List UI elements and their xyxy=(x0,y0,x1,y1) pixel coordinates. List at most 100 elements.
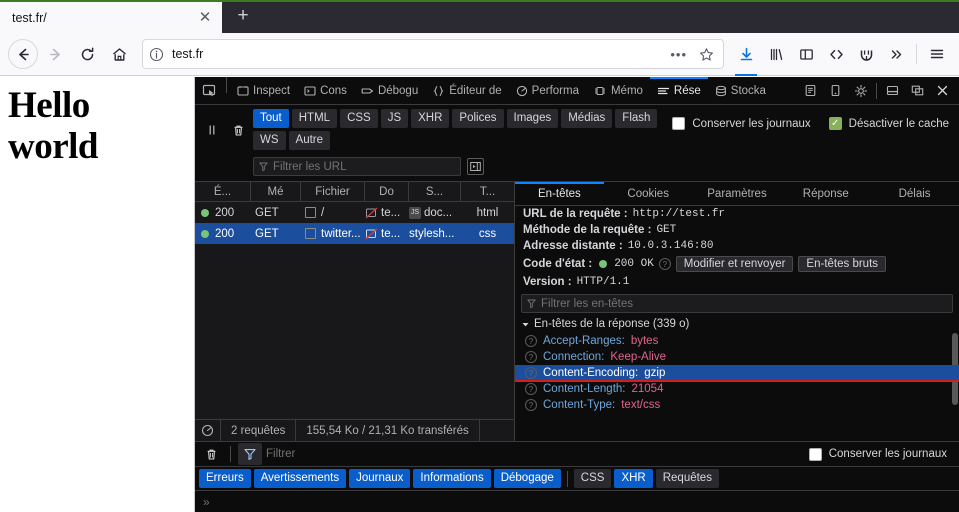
library-icon[interactable] xyxy=(762,40,790,68)
tab-headers[interactable]: En-têtes xyxy=(515,182,604,205)
download-icon[interactable] xyxy=(732,40,760,76)
new-tab-button[interactable]: + xyxy=(228,1,258,31)
tab-inspector[interactable]: Inspect xyxy=(230,77,297,104)
tab-timings[interactable]: Délais xyxy=(870,182,959,205)
funnel-icon xyxy=(259,162,268,171)
tab-memory[interactable]: Mémo xyxy=(586,77,650,104)
responsive-design-icon[interactable] xyxy=(823,77,848,105)
help-icon[interactable]: ? xyxy=(525,351,537,363)
console-filter-errors[interactable]: Erreurs xyxy=(199,469,251,488)
url-filter-input[interactable]: Filtrer les URL xyxy=(253,157,461,176)
column-header-cause[interactable]: S... xyxy=(409,181,461,202)
sidebar-icon[interactable] xyxy=(792,40,820,68)
column-header-type[interactable]: T... xyxy=(461,182,514,202)
row-file: / xyxy=(321,206,325,219)
back-arrow-icon[interactable] xyxy=(8,39,38,69)
console-input[interactable]: » xyxy=(195,490,959,512)
column-header-status[interactable]: É... xyxy=(195,181,251,202)
trash-icon[interactable] xyxy=(225,119,251,141)
detail-value: 200 OK xyxy=(614,258,654,270)
dock-separate-window-icon[interactable] xyxy=(905,77,930,105)
developer-tools-icon[interactable] xyxy=(822,40,850,68)
tab-performance[interactable]: Performa xyxy=(509,77,586,104)
column-header-file[interactable]: Fichier xyxy=(301,181,365,202)
header-filter-input[interactable]: Filtrer les en-têtes xyxy=(521,294,953,313)
console-filter-logs[interactable]: Journaux xyxy=(349,469,411,488)
wallet-icon[interactable] xyxy=(852,40,880,68)
table-row[interactable]: 200 GET / te... JS doc... html xyxy=(195,202,514,223)
tab-cookies[interactable]: Cookies xyxy=(604,182,693,205)
star-icon[interactable] xyxy=(699,47,717,62)
filter-chip-ws[interactable]: WS xyxy=(253,131,286,150)
url-input[interactable]: test.fr xyxy=(172,47,658,61)
header-row[interactable]: ? Content-Type: text/css xyxy=(515,397,959,413)
tab-debugger[interactable]: Débogu xyxy=(354,77,425,104)
dock-bottom-icon[interactable] xyxy=(880,77,905,105)
response-headers-section[interactable]: En-têtes de la réponse (339 o) xyxy=(515,315,959,333)
raw-headers-button[interactable]: En-têtes bruts xyxy=(798,256,887,272)
table-row[interactable]: 200 GET twitter... te... stylesh... css xyxy=(195,223,514,244)
info-icon[interactable] xyxy=(149,47,164,62)
help-icon[interactable]: ? xyxy=(525,399,537,411)
edit-and-resend-button[interactable]: Modifier et renvoyer xyxy=(675,256,794,272)
header-row[interactable]: ? Content-Length: 21054 xyxy=(515,381,959,397)
tab-network[interactable]: Rése xyxy=(649,77,708,104)
tab-response[interactable]: Réponse xyxy=(781,182,870,205)
browser-tab[interactable]: test.fr/ ✕ xyxy=(0,2,222,33)
tab-params[interactable]: Paramètres xyxy=(693,182,782,205)
funnel-icon[interactable] xyxy=(238,443,262,465)
tab-console[interactable]: Cons xyxy=(297,77,354,104)
persist-logs-checkbox[interactable]: Conserver les journaux xyxy=(672,117,811,130)
console-filter-css[interactable]: CSS xyxy=(573,469,612,488)
url-bar[interactable]: test.fr ••• xyxy=(142,39,724,69)
console-persist-checkbox[interactable]: Conserver les journaux xyxy=(808,447,955,461)
element-picker-icon[interactable] xyxy=(195,77,223,104)
filter-chip-images[interactable]: Images xyxy=(506,109,559,128)
hamburger-menu-icon[interactable] xyxy=(923,40,951,68)
console-filter-info[interactable]: Informations xyxy=(413,469,491,488)
help-icon[interactable]: ? xyxy=(658,258,671,270)
console-filter-requests[interactable]: Requêtes xyxy=(655,469,719,488)
filter-chip-xhr[interactable]: XHR xyxy=(411,109,450,128)
home-icon[interactable] xyxy=(104,39,134,69)
column-header-domain[interactable]: Do xyxy=(365,181,409,202)
page-actions-icon[interactable]: ••• xyxy=(666,47,691,62)
tab-style-editor[interactable]: Éditeur de xyxy=(425,77,508,104)
help-icon[interactable]: ? xyxy=(525,335,537,347)
divider xyxy=(876,82,877,99)
header-row[interactable]: ? Connection: Keep-Alive xyxy=(515,349,959,365)
console-filter-xhr[interactable]: XHR xyxy=(614,469,653,488)
trash-icon[interactable] xyxy=(199,443,223,465)
console-filter-warnings[interactable]: Avertissements xyxy=(253,469,347,488)
filter-chip-html[interactable]: HTML xyxy=(291,109,338,128)
timing-icon[interactable] xyxy=(195,419,221,442)
tab-storage[interactable]: Stocka xyxy=(708,77,773,104)
close-devtools-icon[interactable] xyxy=(930,77,955,105)
accessibility-icon[interactable] xyxy=(798,77,823,105)
filter-chip-autre[interactable]: Autre xyxy=(288,131,331,150)
disable-cache-checkbox[interactable]: ✓ Désactiver le cache xyxy=(828,117,949,130)
request-count: 2 requêtes xyxy=(221,419,297,442)
filter-chip-css[interactable]: CSS xyxy=(340,109,378,128)
pause-icon[interactable] xyxy=(199,119,225,141)
overflow-chevrons-icon[interactable] xyxy=(882,40,910,68)
header-row[interactable]: ? Accept-Ranges: bytes xyxy=(515,333,959,349)
persist-logs-toggle-icon[interactable] xyxy=(467,158,484,175)
forward-arrow-icon[interactable] xyxy=(40,39,70,69)
column-header-method[interactable]: Mé xyxy=(251,181,301,202)
console-filter-input[interactable]: Filtrer xyxy=(266,448,805,460)
filter-chip-flash[interactable]: Flash xyxy=(615,109,658,128)
filter-chip-medias[interactable]: Médias xyxy=(561,109,613,128)
filter-chip-js[interactable]: JS xyxy=(380,109,409,128)
settings-gear-icon[interactable] xyxy=(848,77,873,105)
header-row[interactable]: ? Content-Encoding: gzip xyxy=(515,365,959,382)
close-icon[interactable]: ✕ xyxy=(196,9,214,27)
help-icon[interactable]: ? xyxy=(525,383,537,395)
console-filter-debug[interactable]: Débogage xyxy=(493,469,561,488)
filter-chip-polices[interactable]: Polices xyxy=(452,109,504,128)
help-icon[interactable]: ? xyxy=(525,367,537,379)
reload-icon[interactable] xyxy=(72,39,102,69)
header-value: bytes xyxy=(630,335,659,347)
checkbox-box xyxy=(672,117,686,130)
filter-chip-tout[interactable]: Tout xyxy=(253,109,289,128)
